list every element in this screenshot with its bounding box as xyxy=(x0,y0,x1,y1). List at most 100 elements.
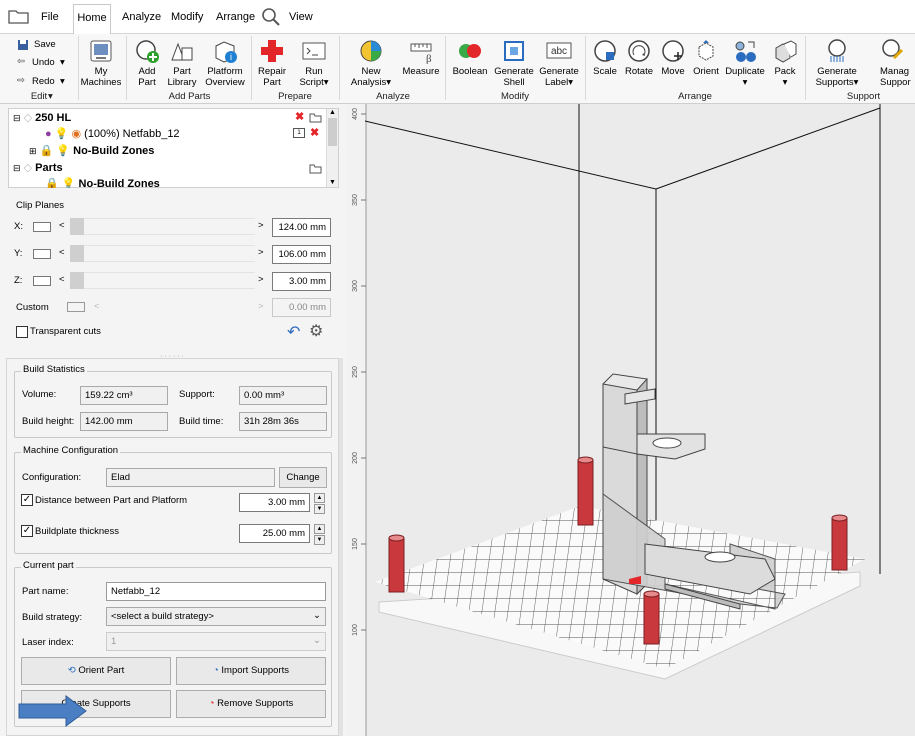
part-library-label-1: Part xyxy=(173,66,191,77)
tree-item-parts[interactable]: ⊟ ◇ Parts xyxy=(13,160,63,176)
distance-checkbox[interactable]: ✓ xyxy=(21,494,33,506)
thickness-up-icon[interactable]: ▲ xyxy=(314,524,325,534)
build-scene[interactable]: 400 350 300 250 200 150 100 xyxy=(345,104,915,736)
part-name-input[interactable]: Netfabb_12 xyxy=(106,582,326,601)
open-folder-icon[interactable] xyxy=(309,163,322,174)
remove-machine-icon[interactable]: ✖ xyxy=(295,110,304,123)
tab-home[interactable]: Home xyxy=(73,4,111,34)
tab-modify[interactable]: Modify xyxy=(171,11,203,23)
duplicate-button[interactable]: Duplicate ▾ xyxy=(724,38,766,88)
orient-part-button[interactable]: ⟲ Orient Part xyxy=(21,657,171,685)
distance-up-icon[interactable]: ▲ xyxy=(314,493,325,503)
laser-index-value: 1 xyxy=(111,636,117,647)
ruler-tick-label: 400 xyxy=(352,108,359,120)
transparent-cuts-checkbox[interactable] xyxy=(16,326,28,338)
build-strategy-select[interactable]: <select a build strategy> ⌄ xyxy=(106,607,326,626)
scroll-thumb[interactable] xyxy=(328,118,337,146)
thickness-checkbox[interactable]: ✓ xyxy=(21,525,33,537)
run-script-button[interactable]: Run Script▾ xyxy=(296,38,332,88)
scroll-up-icon[interactable]: ▲ xyxy=(327,109,338,116)
gear-icon[interactable]: ⚙ xyxy=(309,321,323,341)
generate-supports-dropdown-icon: ▾ xyxy=(853,77,859,88)
scale-button[interactable]: Scale xyxy=(590,38,620,77)
tab-analyze[interactable]: Analyze xyxy=(122,11,161,23)
thickness-input[interactable]: 25.00 mm xyxy=(239,524,310,543)
remove-supports-label: Remove Supports xyxy=(217,698,294,709)
x-slider-track[interactable] xyxy=(84,218,255,235)
boolean-button[interactable]: Boolean xyxy=(450,38,490,77)
tree-item-nobuild-2[interactable]: 🔒 💡 No-Build Zones xyxy=(45,176,160,188)
y-slider-thumb[interactable] xyxy=(70,245,84,262)
properties-scrollbar[interactable] xyxy=(339,358,343,736)
analysis-icon xyxy=(360,40,382,62)
generate-label-button[interactable]: abc Generate Label▾ xyxy=(538,38,580,88)
collapse-icon[interactable]: ⊟ xyxy=(13,113,21,123)
remove-supports-button[interactable]: ◔ Remove Supports xyxy=(176,690,326,718)
generate-shell-button[interactable]: Generate Shell xyxy=(493,38,535,88)
lock-icon: 🔒 xyxy=(39,145,54,157)
tree-scrollbar[interactable]: ▲ ▼ xyxy=(326,109,338,187)
y-right-arrow-icon[interactable]: > xyxy=(258,247,264,258)
x-clip-input[interactable]: 124.00 mm xyxy=(272,218,331,237)
tree-item-part[interactable]: ● 💡 ◉ (100%) Netfabb_12 xyxy=(45,126,180,142)
menu-file[interactable]: File xyxy=(41,11,59,23)
part-name: (100%) Netfabb_12 xyxy=(84,128,180,140)
save-button[interactable]: Save xyxy=(34,39,56,50)
undo-dropdown-icon[interactable]: ▾ xyxy=(60,57,65,68)
tree-item-machine[interactable]: ⊟ ◇ 250 HL xyxy=(13,110,71,126)
search-icon[interactable] xyxy=(261,7,281,27)
x-right-arrow-icon[interactable]: > xyxy=(258,220,264,231)
z-slider-track[interactable] xyxy=(84,272,255,289)
import-supports-button[interactable]: ◔ Import Supports xyxy=(176,657,326,685)
rotate-button[interactable]: Rotate xyxy=(623,38,655,77)
x-left-arrow-icon[interactable]: < xyxy=(59,220,65,231)
z-clip-input[interactable]: 3.00 mm xyxy=(272,272,331,291)
manage-supports-button[interactable]: Manag Suppor xyxy=(872,38,915,88)
tab-arrange[interactable]: Arrange xyxy=(216,11,255,23)
part-library-button[interactable]: Part Library xyxy=(165,38,199,88)
collapse-icon[interactable]: ⊟ xyxy=(13,163,21,173)
folder-icon[interactable] xyxy=(8,8,30,24)
open-folder-icon[interactable] xyxy=(309,112,322,123)
y-clip-input[interactable]: 106.00 mm xyxy=(272,245,331,264)
support-group-label: Support xyxy=(846,91,881,102)
y-color-swatch[interactable] xyxy=(33,249,51,259)
x-slider-thumb[interactable] xyxy=(70,218,84,235)
change-button[interactable]: Change xyxy=(279,467,327,488)
z-right-arrow-icon[interactable]: > xyxy=(258,274,264,285)
z-slider-thumb[interactable] xyxy=(70,272,84,289)
part-info-icon[interactable]: 1 xyxy=(293,128,305,138)
x-color-swatch[interactable] xyxy=(33,222,51,232)
orient-button[interactable]: Orient xyxy=(691,38,721,77)
redo-button[interactable]: Redo xyxy=(32,76,55,87)
new-analysis-button[interactable]: New Analysis▾ xyxy=(350,38,392,88)
generate-supports-button[interactable]: Generate Supports▾ xyxy=(812,38,862,88)
platform-overview-button[interactable]: i Platform Overview xyxy=(203,38,247,88)
move-button[interactable]: Move xyxy=(658,38,688,77)
tree-item-nobuild[interactable]: ⊞ 🔒 💡 No-Build Zones xyxy=(29,143,154,159)
edit-group-dropdown-icon[interactable]: ▾ xyxy=(48,91,53,102)
undo-button[interactable]: Undo xyxy=(32,57,55,68)
ruler-tick-label: 150 xyxy=(352,538,359,550)
thickness-down-icon[interactable]: ▼ xyxy=(314,535,325,545)
measure-button[interactable]: β Measure xyxy=(401,38,441,77)
distance-input[interactable]: 3.00 mm xyxy=(239,493,310,512)
y-left-arrow-icon[interactable]: < xyxy=(59,247,65,258)
scroll-down-icon[interactable]: ▼ xyxy=(327,179,338,186)
z-color-swatch[interactable] xyxy=(33,276,51,286)
reset-undo-icon[interactable]: ↶ xyxy=(287,322,300,342)
remove-part-icon[interactable]: ✖ xyxy=(310,126,319,139)
y-slider-track[interactable] xyxy=(84,245,255,262)
current-part-title: Current part xyxy=(21,560,76,571)
repair-part-button[interactable]: Repair Part xyxy=(255,38,289,88)
pack-button[interactable]: Pack ▾ xyxy=(770,38,800,88)
3d-viewport[interactable]: 400 350 300 250 200 150 100 xyxy=(345,104,915,736)
part-model[interactable] xyxy=(602,373,786,610)
my-machines-button[interactable]: My Machines xyxy=(80,38,122,88)
z-left-arrow-icon[interactable]: < xyxy=(59,274,65,285)
distance-down-icon[interactable]: ▼ xyxy=(314,504,325,514)
redo-dropdown-icon[interactable]: ▾ xyxy=(60,76,65,87)
add-part-button[interactable]: Add Part xyxy=(132,38,162,88)
expand-icon[interactable]: ⊞ xyxy=(29,146,37,156)
tab-view[interactable]: View xyxy=(289,11,313,23)
